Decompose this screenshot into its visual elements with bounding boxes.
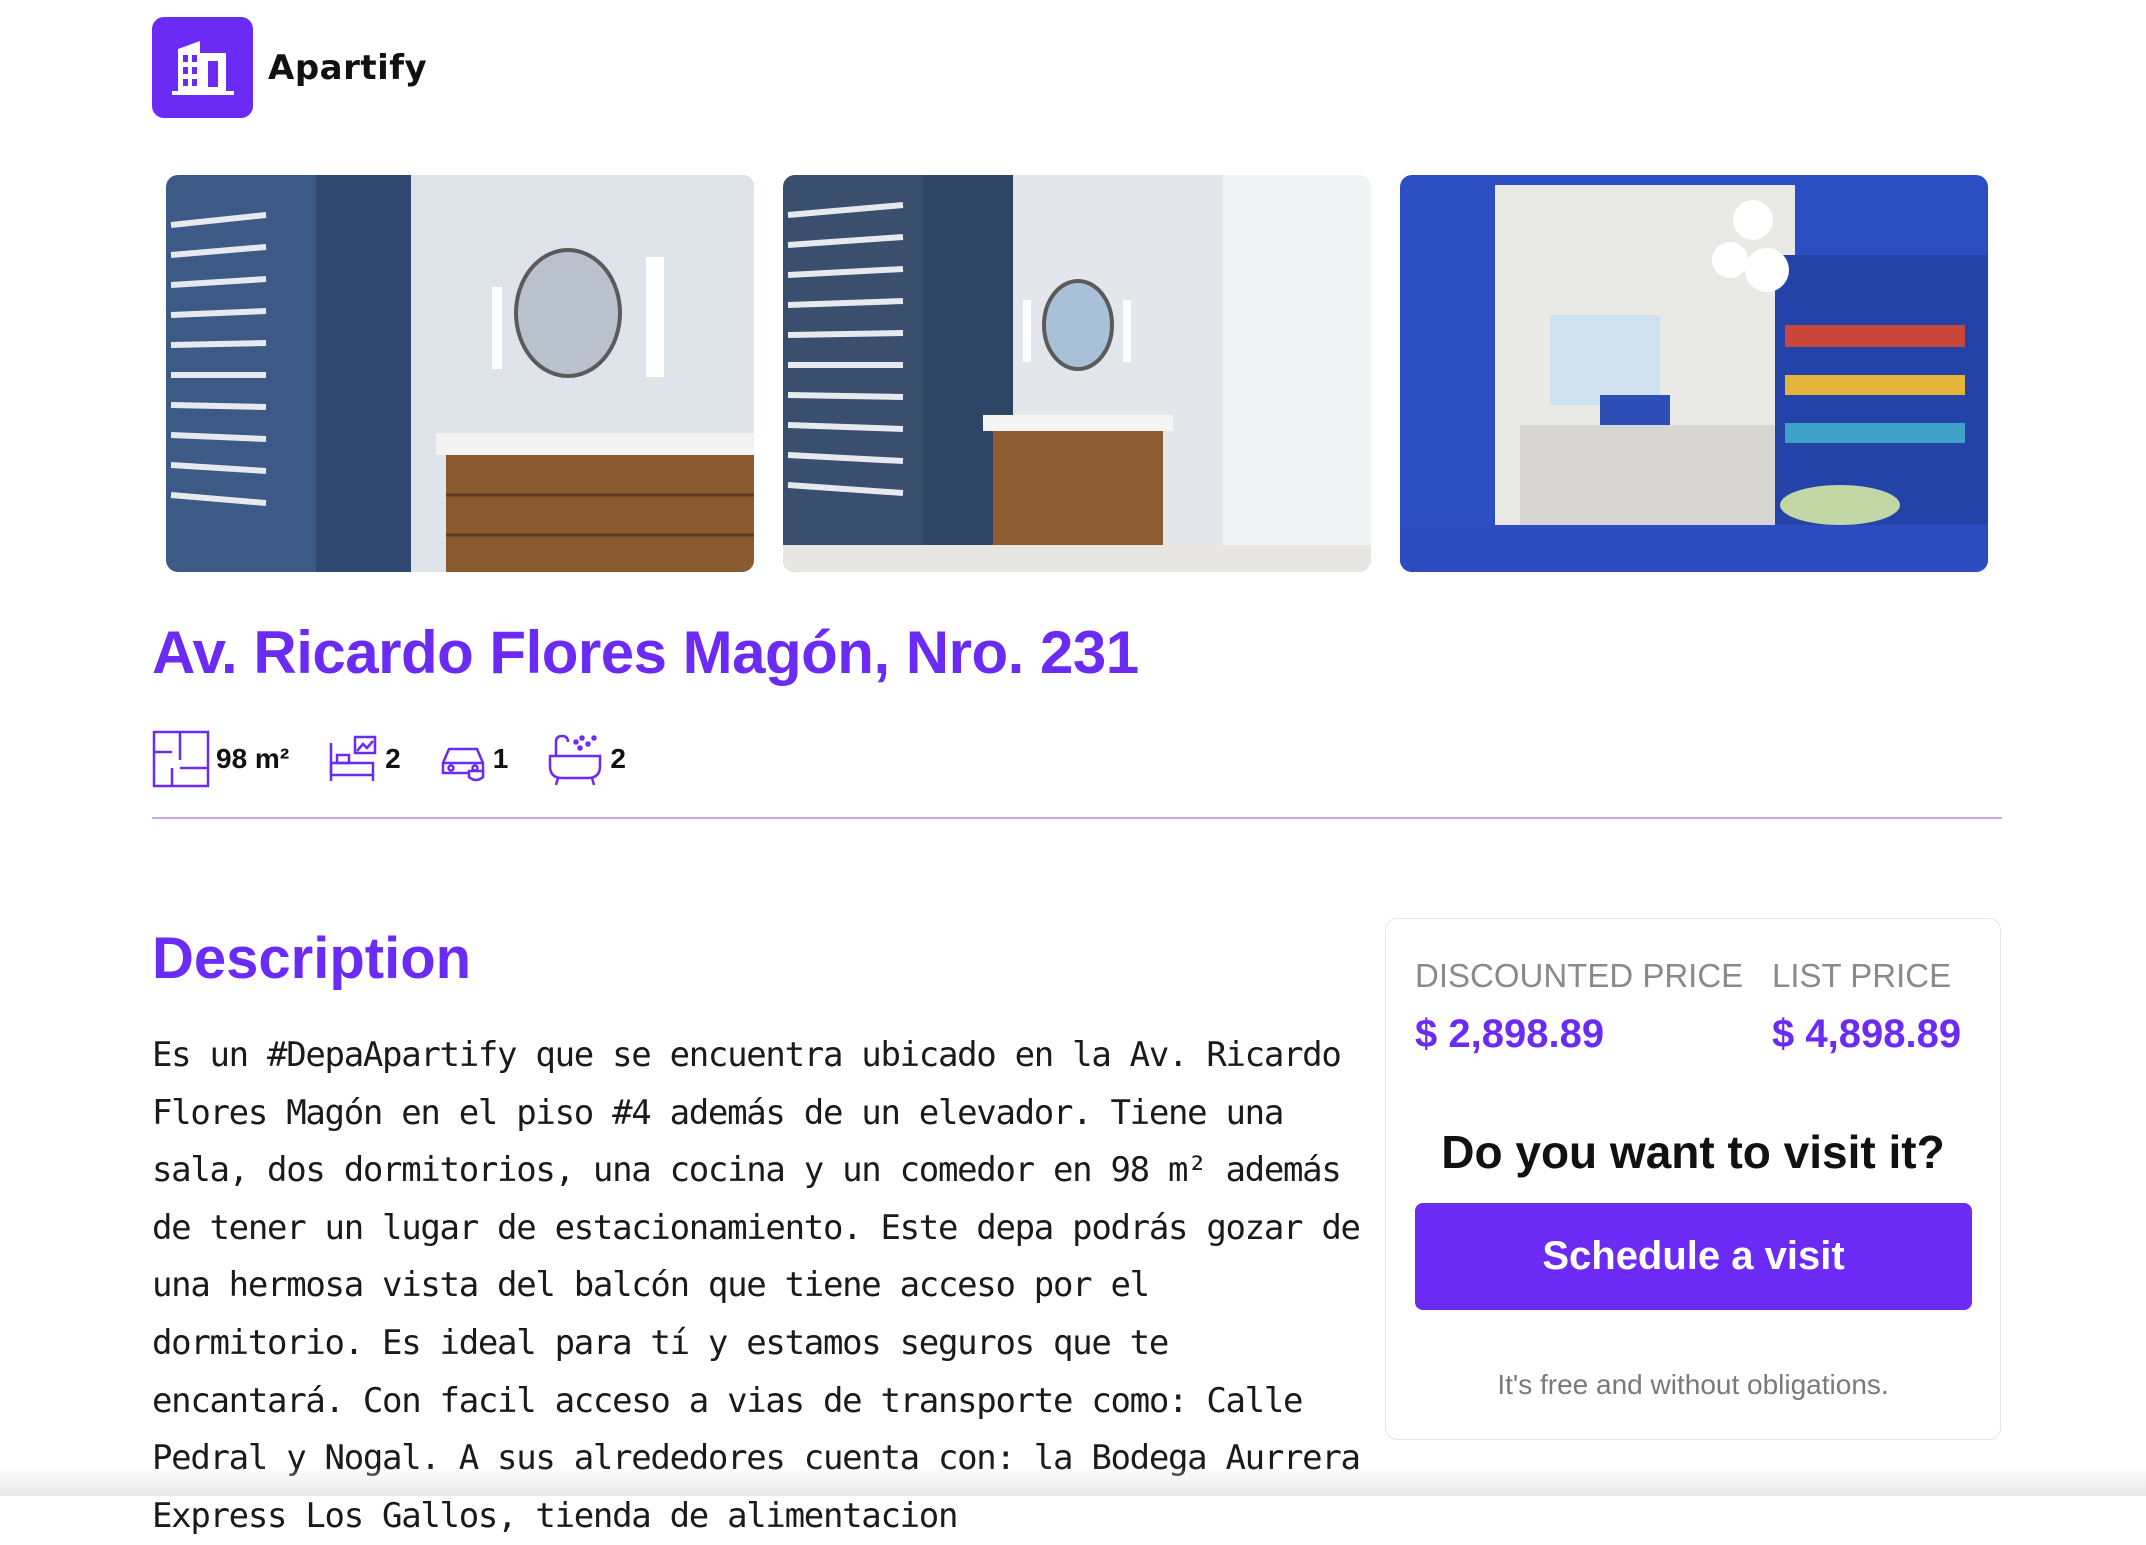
feature-parking: 1 <box>439 735 509 783</box>
bathroom-photo-1[interactable] <box>166 175 754 572</box>
schedule-visit-button[interactable]: Schedule a visit <box>1415 1203 1972 1310</box>
car-icon <box>441 747 484 782</box>
building-icon <box>171 40 234 95</box>
feature-bedrooms: 2 <box>327 733 401 785</box>
list-price-label: LIST PRICE <box>1772 957 1952 994</box>
scroll-fade <box>0 1466 2146 1496</box>
logo[interactable] <box>152 17 253 118</box>
visit-question: Do you want to visit it? <box>1441 1126 1945 1178</box>
feature-bathrooms: 2 <box>546 730 626 788</box>
price-card: DISCOUNTED PRICE LIST PRICE $ 2,898.89 $… <box>1385 918 2001 1440</box>
kids-room-photo[interactable] <box>1400 175 1988 572</box>
bed-icon <box>329 735 377 781</box>
property-features: 98 m² 2 1 2 <box>152 730 664 788</box>
description-heading: Description <box>152 926 472 991</box>
floor-plan-icon <box>152 730 210 788</box>
free-note: It's free and without obligations. <box>1497 1369 1889 1400</box>
bathroom-photo-2[interactable] <box>783 175 1371 572</box>
list-price-value: $ 4,898.89 <box>1772 1012 1962 1056</box>
feature-area: 98 m² <box>152 730 289 788</box>
divider <box>152 817 2002 819</box>
feature-area-value: 98 m² <box>216 743 290 774</box>
header: Apartify <box>152 17 427 118</box>
discounted-price-value: $ 2,898.89 <box>1415 1012 1605 1056</box>
bathtub-icon <box>549 734 602 786</box>
feature-bathrooms-value: 2 <box>610 743 626 774</box>
feature-parking-value: 1 <box>492 743 509 774</box>
brand-name: Apartify <box>268 47 428 88</box>
discounted-price-label: DISCOUNTED PRICE <box>1415 957 1744 994</box>
property-title: Av. Ricardo Flores Magón, Nro. 231 <box>152 619 1139 686</box>
photo-gallery <box>166 175 1988 572</box>
feature-bedrooms-value: 2 <box>385 743 401 774</box>
